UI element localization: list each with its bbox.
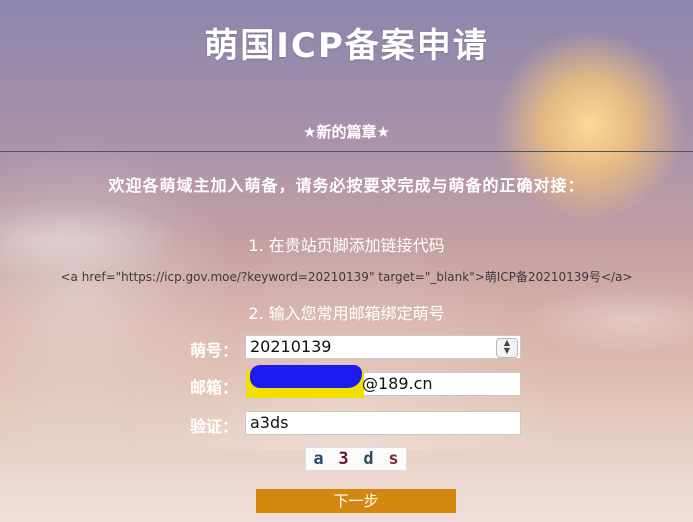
number-input[interactable]: 20210139 ▲ ▼	[245, 335, 521, 359]
captcha-char: d	[363, 449, 374, 469]
captcha-char: a	[313, 449, 324, 469]
divider	[0, 151, 693, 152]
email-input[interactable]: @189.cn	[245, 365, 521, 398]
verify-input[interactable]: a3ds	[245, 411, 521, 435]
link-code-snippet: <a href="https://icp.gov.moe/?keyword=20…	[60, 270, 633, 284]
verify-value: a3ds	[250, 413, 289, 432]
captcha-char: 3	[338, 449, 349, 469]
email-label: 邮箱：	[190, 378, 239, 397]
verify-label: 验证：	[190, 417, 239, 436]
step2-heading: 2. 输入您常用邮箱绑定萌号	[248, 304, 445, 323]
page-subtitle: ★新的篇章★	[303, 123, 390, 141]
captcha-char: s	[388, 449, 399, 469]
next-step-button[interactable]: 下一步	[256, 489, 456, 513]
page-title: 萌国ICP备案申请	[204, 26, 489, 66]
number-stepper[interactable]: ▲ ▼	[496, 338, 518, 358]
welcome-text: 欢迎各萌域主加入萌备，请务必按要求完成与萌备的正确对接：	[108, 176, 585, 195]
email-value: @189.cn	[362, 374, 433, 393]
chevron-down-icon[interactable]: ▼	[497, 347, 517, 355]
redaction-scribble	[250, 365, 362, 388]
step1-heading: 1. 在贵站页脚添加链接代码	[248, 236, 445, 255]
number-label: 萌号：	[190, 341, 239, 360]
number-value: 20210139	[250, 337, 332, 356]
background-snowy-trees	[0, 120, 693, 450]
captcha-image[interactable]: a 3 d s	[305, 447, 407, 471]
redaction-highlight	[246, 365, 364, 398]
